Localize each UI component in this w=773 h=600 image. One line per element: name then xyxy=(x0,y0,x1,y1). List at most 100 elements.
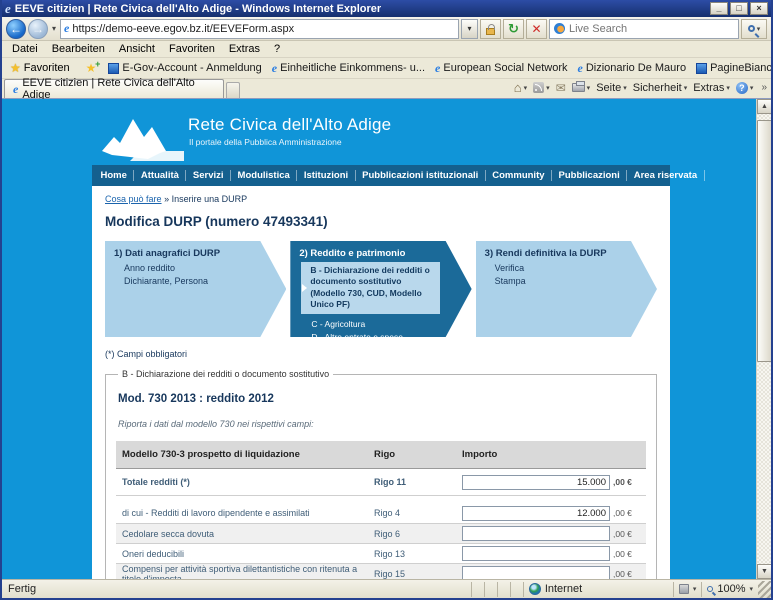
step2-item-c[interactable]: C - Agricoltura xyxy=(311,318,441,331)
safety-menu-button[interactable]: Sicherheit▾ xyxy=(633,82,687,94)
nav-item-attualita[interactable]: Attualità xyxy=(134,170,186,181)
search-input[interactable] xyxy=(569,23,734,35)
nav-item-istituzioni[interactable]: Istituzioni xyxy=(297,170,355,181)
wizard-step-2-active[interactable]: 2) Reddito e patrimonio B - Dichiarazion… xyxy=(290,241,471,337)
window-title: EEVE citizien | Rete Civica dell'Alto Ad… xyxy=(15,3,710,15)
table-row: di cui - Redditi di lavoro dipendente e … xyxy=(116,503,646,523)
help-button[interactable]: ?▾ xyxy=(736,82,754,94)
feeds-button[interactable]: ▾ xyxy=(533,82,550,93)
refresh-icon: ↻ xyxy=(508,21,519,36)
required-fields-note: (*) Campi obbligatori xyxy=(105,349,657,359)
favorite-link-egov[interactable]: E-Gov-Account - Anmeldung xyxy=(103,59,266,77)
wizard-step-1[interactable]: 1) Dati anagrafici DURP Anno reddito Dic… xyxy=(105,241,286,337)
table-row: Oneri deducibili Rigo 13 ,00 € xyxy=(116,543,646,563)
menu-help[interactable]: ? xyxy=(268,42,286,56)
wizard-steps: 1) Dati anagrafici DURP Anno reddito Dic… xyxy=(105,241,657,337)
command-bar: ⌂▾ ▾ ✉ ▾ Seite▾ Sicherheit▾ Extras▾ ?▾ » xyxy=(514,78,769,98)
minimize-button[interactable]: _ xyxy=(710,2,728,15)
table-row: Totale redditi (*) Rigo 11 ,00 € xyxy=(116,469,646,496)
restore-button[interactable]: □ xyxy=(730,2,748,15)
read-mail-button[interactable]: ✉ xyxy=(556,81,566,95)
scroll-up-button[interactable]: ▲ xyxy=(757,99,771,114)
live-search-logo-icon xyxy=(554,23,565,34)
importo-input-rigo-13[interactable] xyxy=(462,546,610,561)
favorite-link-paginebianche[interactable]: PagineBianche.it xyxy=(691,59,771,77)
scroll-down-button[interactable]: ▼ xyxy=(757,564,771,579)
importo-input-rigo-15[interactable] xyxy=(462,566,610,579)
close-button[interactable]: × xyxy=(750,2,768,15)
print-button[interactable]: ▾ xyxy=(572,83,591,92)
protected-mode-segment[interactable]: ▾ xyxy=(673,582,702,597)
tools-menu-button[interactable]: Extras▾ xyxy=(693,82,730,94)
tab-eeve[interactable]: e EEVE citizien | Rete Civica dell'Alto … xyxy=(4,79,224,98)
nav-item-servizi[interactable]: Servizi xyxy=(186,170,231,181)
back-button[interactable]: ← xyxy=(6,19,26,39)
nav-item-pubblicazioni[interactable]: Pubblicazioni xyxy=(552,170,627,181)
nav-item-pubblicazioni-istituzionali[interactable]: Pubblicazioni istituzionali xyxy=(356,170,486,181)
search-dropdown-icon[interactable]: ▾ xyxy=(757,25,761,33)
favorite-link-esn[interactable]: e European Social Network xyxy=(430,59,572,77)
page-title: Modifica DURP (numero 47493341) xyxy=(105,214,657,229)
url-input[interactable] xyxy=(72,23,455,35)
menu-extras[interactable]: Extras xyxy=(223,42,266,56)
resize-grip[interactable] xyxy=(758,581,771,598)
active-step-marker-icon xyxy=(302,284,307,292)
add-favorite-button[interactable]: ★ xyxy=(81,59,104,77)
zoom-level: 100% xyxy=(717,583,745,595)
new-tab-button[interactable] xyxy=(226,82,240,98)
site-header: Rete Civica dell'Alto Adige Il portale d… xyxy=(92,99,670,165)
title-bar: e EEVE citizien | Rete Civica dell'Alto … xyxy=(2,0,771,17)
wizard-step-3[interactable]: 3) Rendi definitiva la DURP Verifica Sta… xyxy=(476,241,657,337)
web-page: Rete Civica dell'Alto Adige Il portale d… xyxy=(92,99,670,579)
breadcrumb-link[interactable]: Cosa può fare xyxy=(105,194,162,204)
stop-button[interactable]: ✕ xyxy=(526,19,547,39)
mail-icon: ✉ xyxy=(556,81,566,95)
favorite-link-einheitliche[interactable]: e Einheitliche Einkommens- u... xyxy=(267,59,430,77)
main-nav: Home Attualità Servizi Modulistica Istit… xyxy=(92,165,670,186)
vertical-scrollbar[interactable]: ▲ ▼ xyxy=(756,99,771,579)
search-go-button[interactable]: ▾ xyxy=(741,19,767,39)
breadcrumb-separator: » xyxy=(164,194,169,204)
nav-item-community[interactable]: Community xyxy=(486,170,552,181)
status-segment xyxy=(510,582,523,597)
site-square-icon xyxy=(696,63,707,74)
breadcrumb: Cosa può fare » Inserire una DURP xyxy=(105,194,657,204)
menu-bearbeiten[interactable]: Bearbeiten xyxy=(46,42,111,56)
status-segment xyxy=(471,582,484,597)
section-b-fieldset: B - Dichiarazione dei redditi o document… xyxy=(105,369,657,579)
command-overflow-chevron[interactable]: » xyxy=(759,82,769,93)
nav-item-area-riservata[interactable]: Area riservata xyxy=(627,170,704,181)
search-icon xyxy=(748,25,755,32)
page-menu-button[interactable]: Seite▾ xyxy=(596,82,627,94)
importo-input-rigo-11[interactable] xyxy=(462,475,610,490)
step3-item: Stampa xyxy=(495,275,627,288)
refresh-button[interactable]: ↻ xyxy=(503,19,524,39)
step3-item: Verifica xyxy=(495,262,627,275)
zoom-segment[interactable]: 100% ▾ xyxy=(701,582,758,597)
search-box[interactable] xyxy=(549,19,739,39)
ssl-lock-button[interactable] xyxy=(480,19,501,39)
importo-input-rigo-6[interactable] xyxy=(462,526,610,541)
forward-button[interactable]: → xyxy=(28,19,48,39)
menu-favoriten[interactable]: Favoriten xyxy=(163,42,221,56)
zoom-icon xyxy=(707,586,713,592)
address-field[interactable]: e xyxy=(60,19,459,39)
page-favicon-icon: e xyxy=(64,21,69,36)
nav-item-home[interactable]: Home xyxy=(94,170,134,181)
active-section-b[interactable]: B - Dichiarazione dei redditi o document… xyxy=(301,262,439,314)
address-dropdown-button[interactable]: ▾ xyxy=(461,19,478,39)
menu-datei[interactable]: Datei xyxy=(6,42,44,56)
add-favorite-icon: ★ xyxy=(86,61,97,75)
history-dropdown-icon[interactable]: ▾ xyxy=(50,24,58,33)
nav-item-modulistica[interactable]: Modulistica xyxy=(231,170,297,181)
step2-item-d[interactable]: D - Altre entrate e spese xyxy=(311,331,441,344)
step1-item: Anno reddito xyxy=(124,262,256,275)
home-button[interactable]: ⌂▾ xyxy=(514,81,527,94)
globe-icon xyxy=(529,583,541,595)
home-icon: ⌂ xyxy=(514,81,522,94)
menu-ansicht[interactable]: Ansicht xyxy=(113,42,161,56)
favorite-link-demauro[interactable]: e Dizionario De Mauro xyxy=(572,59,691,77)
importo-input-rigo-4[interactable] xyxy=(462,506,610,521)
favorites-button[interactable]: ★ Favoriten xyxy=(5,59,75,77)
scrollbar-thumb[interactable] xyxy=(757,120,771,362)
